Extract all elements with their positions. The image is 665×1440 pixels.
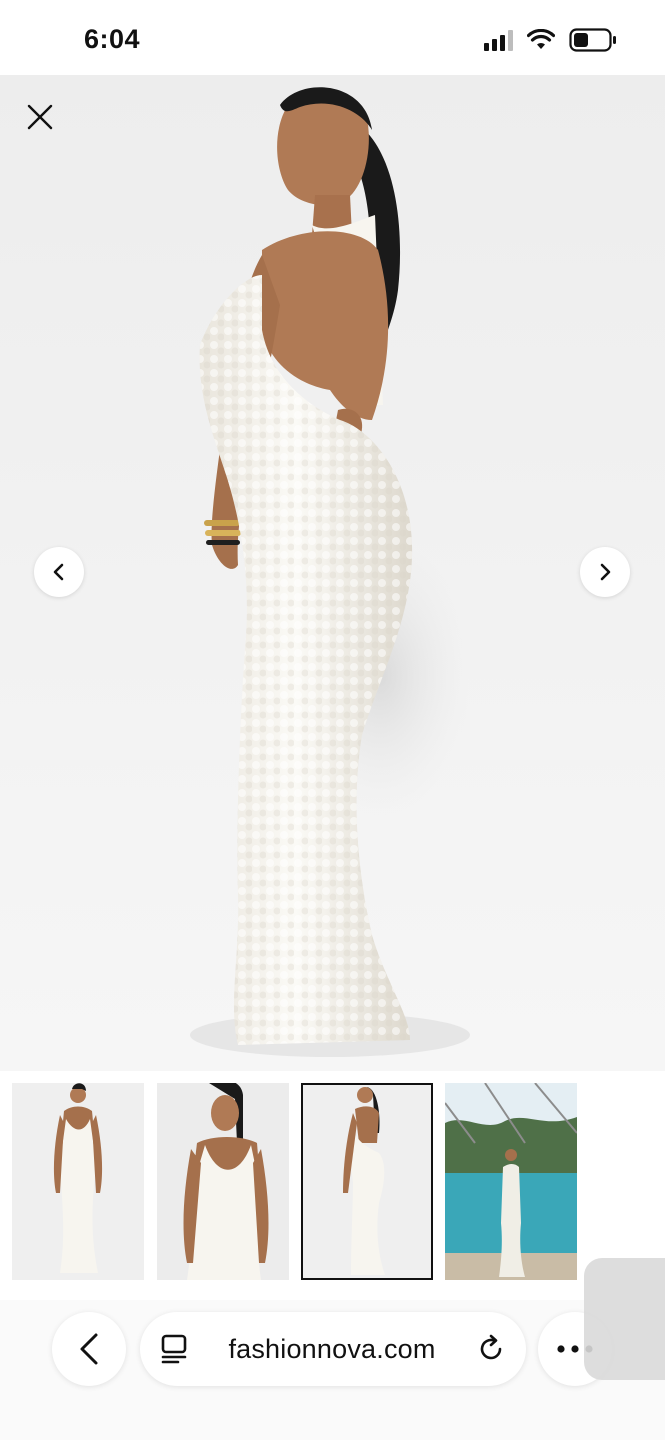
next-image-button[interactable] — [580, 547, 630, 597]
browser-toolbar: fashionnova.com — [0, 1300, 665, 1440]
address-bar[interactable]: fashionnova.com — [140, 1312, 526, 1386]
reload-icon[interactable] — [476, 1334, 506, 1364]
previous-image-button[interactable] — [34, 547, 84, 597]
thumbnail-4[interactable] — [445, 1083, 577, 1280]
battery-icon — [569, 28, 616, 52]
thumbnail-image — [301, 1083, 433, 1280]
browser-back-button[interactable] — [52, 1312, 126, 1386]
product-image-viewer[interactable] — [0, 75, 665, 1071]
chevron-left-icon — [53, 563, 64, 581]
thumbnail-2[interactable] — [157, 1083, 289, 1280]
wifi-icon — [527, 29, 555, 49]
thumbnail-strip — [0, 1071, 665, 1301]
thumbnail-image — [445, 1083, 577, 1280]
chevron-right-icon — [600, 563, 611, 581]
status-time: 6:04 — [84, 24, 141, 54]
close-icon — [27, 104, 53, 130]
thumbnail-1[interactable] — [12, 1083, 144, 1280]
page-menu-icon — [161, 1334, 187, 1364]
floating-side-tab[interactable] — [584, 1258, 665, 1380]
cellular-signal-icon — [484, 29, 513, 51]
chevron-left-icon — [80, 1333, 98, 1365]
thumbnail-image — [12, 1083, 144, 1280]
close-button[interactable] — [18, 95, 62, 139]
status-bar: 6:04 — [0, 0, 665, 75]
thumbnail-image — [157, 1083, 289, 1280]
product-image — [190, 87, 470, 1057]
thumbnail-3[interactable] — [301, 1083, 433, 1280]
url-text: fashionnova.com — [228, 1333, 436, 1364]
status-icons — [484, 28, 617, 52]
